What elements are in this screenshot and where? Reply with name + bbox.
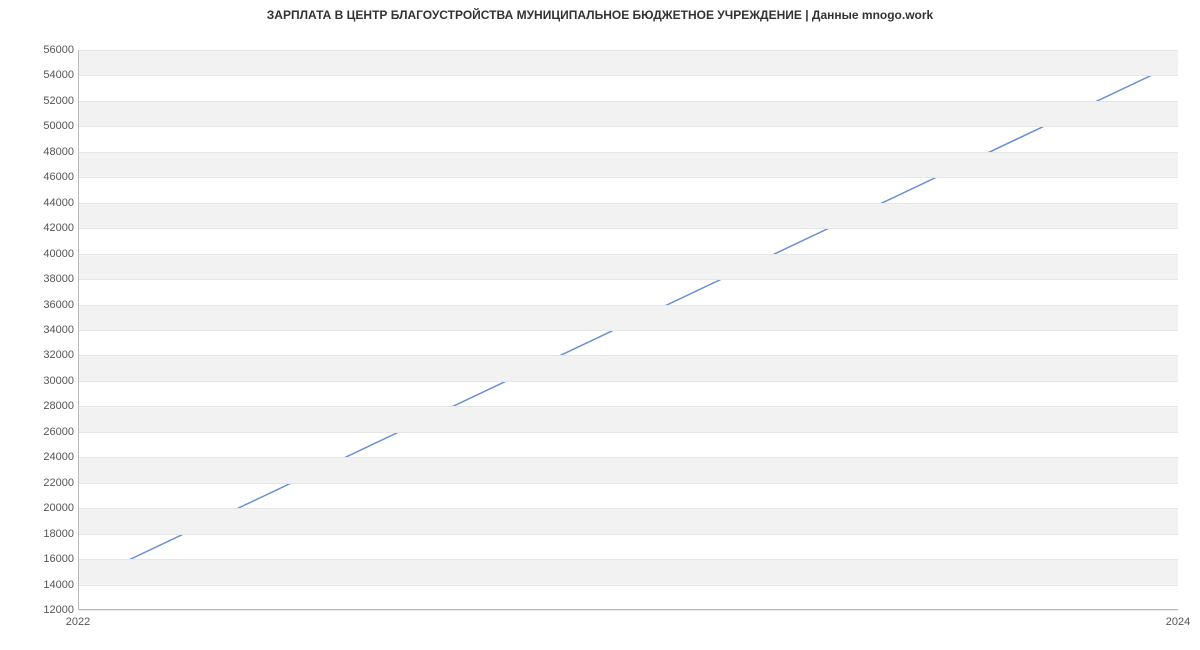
y-tick-label: 44000 bbox=[38, 197, 74, 209]
grid-band bbox=[79, 152, 1178, 177]
grid-band bbox=[79, 457, 1178, 482]
grid-band bbox=[79, 305, 1178, 330]
gridline bbox=[79, 305, 1178, 306]
y-tick-label: 24000 bbox=[38, 451, 74, 463]
gridline bbox=[79, 254, 1178, 255]
chart-title: ЗАРПЛАТА В ЦЕНТР БЛАГОУСТРОЙСТВА МУНИЦИП… bbox=[0, 8, 1200, 22]
gridline bbox=[79, 585, 1178, 586]
grid-band bbox=[79, 203, 1178, 228]
gridline bbox=[79, 177, 1178, 178]
y-tick-label: 48000 bbox=[38, 146, 74, 158]
y-tick-label: 40000 bbox=[38, 248, 74, 260]
y-tick-label: 16000 bbox=[38, 553, 74, 565]
gridline bbox=[79, 126, 1178, 127]
gridline bbox=[79, 355, 1178, 356]
gridline bbox=[79, 279, 1178, 280]
y-tick-label: 46000 bbox=[38, 171, 74, 183]
gridline bbox=[79, 457, 1178, 458]
grid-band bbox=[79, 406, 1178, 431]
gridline bbox=[79, 559, 1178, 560]
grid-band bbox=[79, 508, 1178, 533]
gridline bbox=[79, 432, 1178, 433]
y-tick-label: 32000 bbox=[38, 349, 74, 361]
y-tick-label: 34000 bbox=[38, 324, 74, 336]
gridline bbox=[79, 50, 1178, 51]
grid-band bbox=[79, 50, 1178, 75]
y-tick-label: 30000 bbox=[38, 375, 74, 387]
gridline bbox=[79, 330, 1178, 331]
y-tick-label: 50000 bbox=[38, 120, 74, 132]
y-tick-label: 54000 bbox=[38, 69, 74, 81]
y-tick-label: 56000 bbox=[38, 44, 74, 56]
gridline bbox=[79, 203, 1178, 204]
gridline bbox=[79, 381, 1178, 382]
y-tick-label: 18000 bbox=[38, 528, 74, 540]
grid-band bbox=[79, 101, 1178, 126]
gridline bbox=[79, 406, 1178, 407]
y-tick-label: 38000 bbox=[38, 273, 74, 285]
gridline bbox=[79, 75, 1178, 76]
gridline bbox=[79, 610, 1178, 611]
gridline bbox=[79, 152, 1178, 153]
y-tick-label: 42000 bbox=[38, 222, 74, 234]
gridline bbox=[79, 508, 1178, 509]
y-tick-label: 22000 bbox=[38, 477, 74, 489]
x-tick-label: 2022 bbox=[66, 616, 90, 628]
y-tick-label: 28000 bbox=[38, 400, 74, 412]
chart-container: ЗАРПЛАТА В ЦЕНТР БЛАГОУСТРОЙСТВА МУНИЦИП… bbox=[0, 0, 1200, 650]
y-tick-label: 52000 bbox=[38, 95, 74, 107]
gridline bbox=[79, 534, 1178, 535]
grid-band bbox=[79, 355, 1178, 380]
x-tick-label: 2024 bbox=[1166, 616, 1190, 628]
plot-area bbox=[78, 50, 1178, 610]
gridline bbox=[79, 101, 1178, 102]
grid-band bbox=[79, 254, 1178, 279]
y-tick-label: 12000 bbox=[38, 604, 74, 616]
y-tick-label: 20000 bbox=[38, 502, 74, 514]
y-tick-label: 14000 bbox=[38, 579, 74, 591]
y-tick-label: 36000 bbox=[38, 299, 74, 311]
gridline bbox=[79, 228, 1178, 229]
gridline bbox=[79, 483, 1178, 484]
y-tick-label: 26000 bbox=[38, 426, 74, 438]
grid-band bbox=[79, 559, 1178, 584]
